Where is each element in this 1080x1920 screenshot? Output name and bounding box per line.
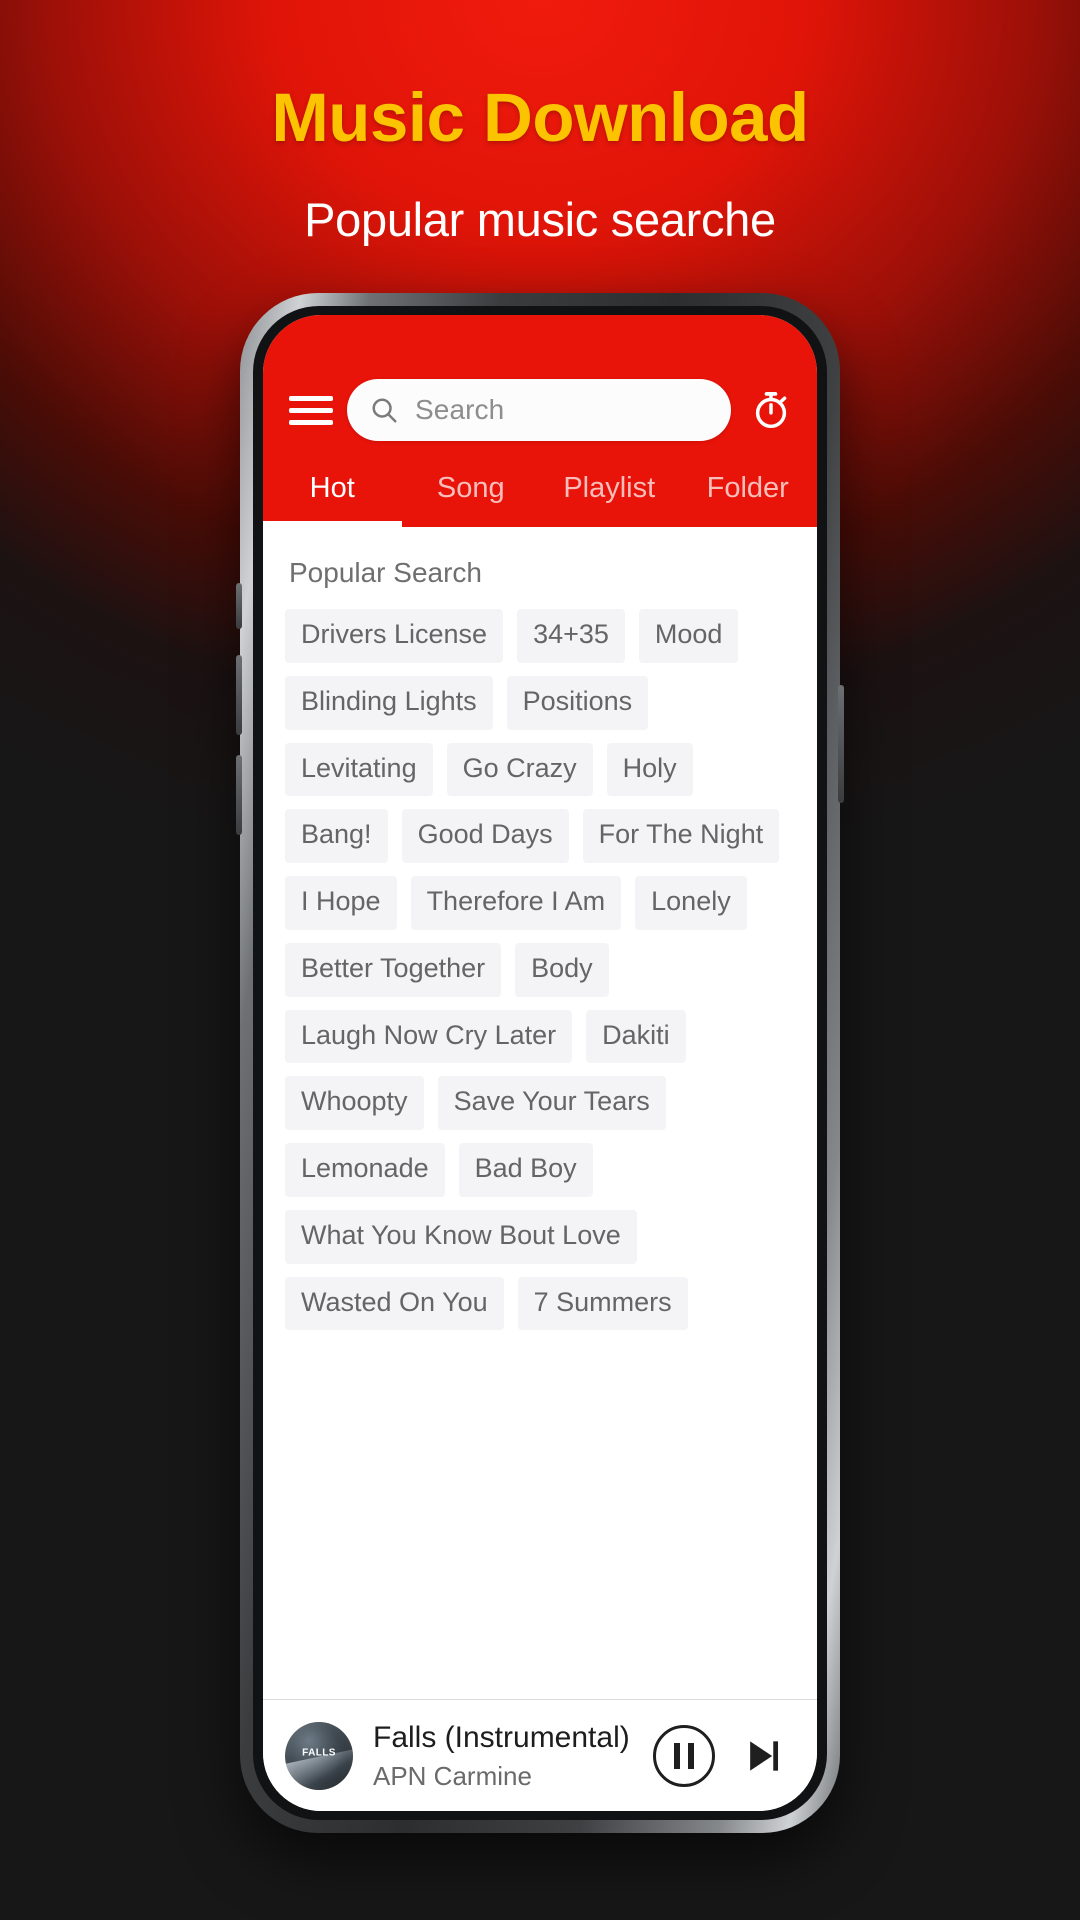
stopwatch-timer-icon[interactable]: [745, 384, 797, 436]
search-chip[interactable]: Dakiti: [586, 1009, 686, 1064]
search-chip[interactable]: Lemonade: [285, 1143, 445, 1197]
tab-folder[interactable]: Folder: [679, 472, 818, 527]
search-chip[interactable]: Laugh Now Cry Later: [285, 1009, 573, 1064]
tab-song[interactable]: Song: [402, 472, 541, 527]
search-input[interactable]: Search: [347, 379, 731, 441]
next-track-icon[interactable]: [735, 1728, 791, 1784]
stopwatch-glyph: [755, 391, 787, 429]
search-chip[interactable]: Positions: [506, 675, 649, 730]
section-title: Popular Search: [289, 557, 483, 588]
app-header: Search Hot Song Playlist Folder: [263, 315, 817, 527]
search-chip[interactable]: Holy: [606, 742, 693, 797]
search-chip[interactable]: Whoopty: [285, 1076, 424, 1130]
search-chip[interactable]: Drivers License: [285, 609, 504, 663]
search-icon: [372, 398, 397, 423]
phone-volume-up-button: [236, 655, 242, 735]
tab-hot[interactable]: Hot: [263, 472, 402, 527]
hamburger-bar: [289, 395, 333, 401]
search-chip[interactable]: Go Crazy: [446, 742, 593, 797]
phone-mockup: Search Hot Song Playlist Folder Popular …: [236, 293, 844, 1833]
search-chip[interactable]: I Hope: [285, 876, 397, 930]
search-chip[interactable]: Mood: [638, 609, 739, 663]
promo-title: Music Download: [271, 79, 809, 156]
track-info: Falls (Instrumental) APN Carmine: [373, 1720, 633, 1792]
album-art-label: FALLS: [302, 1747, 336, 1759]
phone-silent-switch: [236, 583, 242, 629]
mini-player-bar: FALLS Falls (Instrumental) APN Carmine: [263, 1699, 817, 1811]
search-chip[interactable]: Bang!: [285, 809, 388, 863]
hamburger-menu-icon[interactable]: [289, 393, 333, 427]
pause-bar: [688, 1742, 694, 1769]
search-chip[interactable]: Bad Boy: [458, 1143, 593, 1197]
search-chip[interactable]: Lonely: [635, 876, 747, 930]
track-title: Falls (Instrumental): [373, 1720, 630, 1754]
search-chip[interactable]: Body: [515, 942, 609, 997]
next-track-glyph: [750, 1740, 779, 1771]
search-chip[interactable]: For The Night: [582, 809, 780, 863]
phone-screen: Search Hot Song Playlist Folder Popular …: [263, 315, 817, 1811]
search-placeholder-text: Search: [415, 394, 505, 425]
search-chip[interactable]: 34+35: [517, 609, 625, 663]
search-chip[interactable]: Good Days: [401, 809, 569, 863]
tab-playlist[interactable]: Playlist: [540, 472, 679, 527]
pause-icon[interactable]: [653, 1724, 715, 1787]
search-chip[interactable]: Better Together: [285, 942, 502, 997]
phone-volume-down-button: [236, 755, 242, 835]
app-topbar: Search: [263, 373, 817, 447]
app-tab-bar: Hot Song Playlist Folder: [263, 447, 817, 527]
search-chip[interactable]: Levitating: [285, 742, 433, 797]
search-chip[interactable]: Save Your Tears: [437, 1076, 666, 1130]
search-chip[interactable]: Wasted On You: [285, 1276, 504, 1331]
promo-subtitle: Popular music searche: [304, 193, 776, 247]
search-chip[interactable]: What You Know Bout Love: [285, 1209, 637, 1264]
pause-bar: [674, 1742, 680, 1769]
hamburger-bar: [289, 419, 333, 425]
search-chip[interactable]: Blinding Lights: [285, 675, 493, 730]
promo-header: Music Download Popular music searche: [0, 0, 1080, 247]
album-art[interactable]: FALLS: [285, 1721, 353, 1790]
hamburger-bar: [289, 407, 333, 413]
phone-power-button: [838, 685, 844, 803]
track-artist: APN Carmine: [373, 1760, 532, 1791]
popular-search-chip-list: Drivers License 34+35 Mood Blinding Ligh…: [285, 609, 795, 1331]
search-chip[interactable]: 7 Summers: [517, 1276, 688, 1331]
phone-bezel: Search Hot Song Playlist Folder Popular …: [253, 306, 827, 1820]
phone-frame: Search Hot Song Playlist Folder Popular …: [236, 293, 844, 1833]
popular-search-panel: Popular Search Drivers License 34+35 Moo…: [263, 527, 817, 1699]
search-chip[interactable]: Therefore I Am: [410, 876, 622, 930]
